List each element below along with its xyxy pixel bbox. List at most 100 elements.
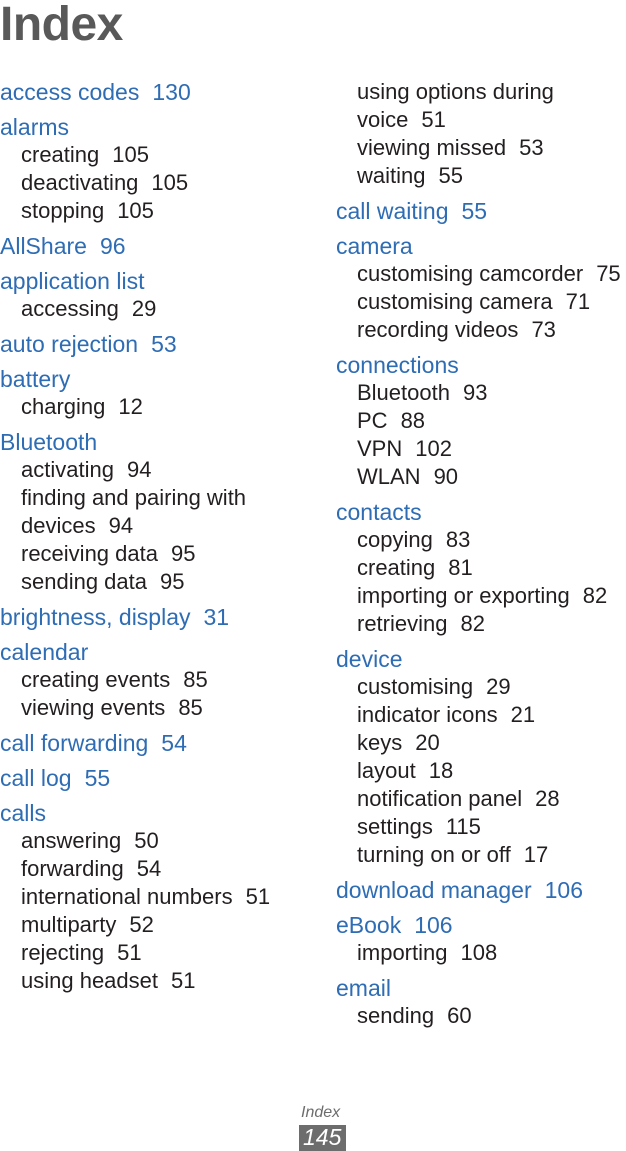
index-subentry[interactable]: turning on or off 17 — [357, 841, 626, 869]
index-entry-label: Bluetooth — [0, 429, 98, 455]
index-entry-label: layout — [357, 758, 416, 783]
index-entry-label: eBook — [336, 912, 402, 938]
index-page-number: 29 — [131, 296, 157, 321]
index-subentry[interactable]: layout 18 — [357, 757, 626, 785]
index-page-number: 102 — [415, 436, 452, 461]
index-entry-label: battery — [0, 366, 71, 392]
index-entry-label: download manager — [336, 877, 532, 903]
index-entry[interactable]: Bluetooth — [0, 428, 300, 456]
index-entry-label: charging — [21, 394, 106, 419]
index-subentry[interactable]: finding and pairing with — [21, 484, 300, 512]
index-subentry[interactable]: Bluetooth 93 — [357, 379, 626, 407]
index-subentry[interactable]: charging 12 — [21, 393, 300, 421]
index-entry[interactable]: AllShare 96 — [0, 232, 300, 260]
index-page-number: 90 — [433, 464, 459, 489]
index-entry[interactable]: alarms — [0, 113, 300, 141]
index-entry-label: turning on or off — [357, 842, 511, 867]
index-subentry[interactable]: international numbers 51 — [21, 883, 300, 911]
index-entry-label: importing — [357, 940, 448, 965]
index-page-number: 73 — [531, 317, 556, 342]
index-page-number: 18 — [428, 758, 454, 783]
index-subentry[interactable]: settings 115 — [357, 813, 626, 841]
index-entry[interactable]: call forwarding 54 — [0, 729, 300, 757]
index-subentry[interactable]: deactivating 105 — [21, 169, 300, 197]
index-subentry[interactable]: sending 60 — [357, 1002, 626, 1030]
index-entry-label: answering — [21, 828, 122, 853]
index-subentry[interactable]: customising 29 — [357, 673, 626, 701]
index-page-number: 130 — [152, 79, 191, 105]
index-subentry[interactable]: multiparty 52 — [21, 911, 300, 939]
index-subentry[interactable]: rejecting 51 — [21, 939, 300, 967]
index-entry[interactable]: call log 55 — [0, 764, 300, 792]
index-entry[interactable]: auto rejection 53 — [0, 330, 300, 358]
index-entry[interactable]: calls — [0, 799, 300, 827]
index-entry[interactable]: brightness, display 31 — [0, 603, 300, 631]
index-subentry[interactable]: answering 50 — [21, 827, 300, 855]
index-subentry[interactable]: waiting 55 — [357, 162, 626, 190]
index-subentry[interactable]: creating events 85 — [21, 666, 300, 694]
index-subentry[interactable]: importing or exporting 82 — [357, 582, 626, 610]
index-page-number: 29 — [486, 674, 511, 699]
index-subentry[interactable]: customising camcorder 75 — [357, 260, 626, 288]
index-subentry[interactable]: stopping 105 — [21, 197, 300, 225]
index-subentry[interactable]: customising camera 71 — [357, 288, 626, 316]
index-page-number: 93 — [462, 380, 488, 405]
index-subentry[interactable]: WLAN 90 — [357, 463, 626, 491]
index-entry-label: camera — [336, 233, 413, 259]
index-subentry[interactable]: retrieving 82 — [357, 610, 626, 638]
left-column: access codes 130 alarms creating 105 deactiva… — [0, 78, 300, 995]
index-page-number: 88 — [400, 408, 426, 433]
index-entry-label: rejecting — [21, 940, 105, 965]
index-page-number: 71 — [565, 289, 591, 314]
index-page-number: 81 — [448, 555, 473, 580]
index-subentry[interactable]: viewing missed 53 — [357, 134, 626, 162]
index-entry[interactable]: camera — [336, 232, 626, 260]
index-subentry[interactable]: using headset 51 — [21, 967, 300, 995]
index-subentry[interactable]: PC 88 — [357, 407, 626, 435]
index-entry[interactable]: email — [336, 974, 626, 1002]
index-entry[interactable]: device — [336, 645, 626, 673]
index-subentry[interactable]: using options during — [357, 78, 626, 106]
index-subentry[interactable]: creating 81 — [357, 554, 626, 582]
index-page-number: 55 — [438, 163, 463, 188]
index-entry[interactable]: application list — [0, 267, 300, 295]
index-entry[interactable]: calendar — [0, 638, 300, 666]
index-entry[interactable]: eBook 106 — [336, 911, 626, 939]
index-entry[interactable]: download manager 106 — [336, 876, 626, 904]
index-entry[interactable]: battery — [0, 365, 300, 393]
index-subentry[interactable]: forwarding 54 — [21, 855, 300, 883]
index-subentry[interactable]: VPN 102 — [357, 435, 626, 463]
index-subentry[interactable]: copying 83 — [357, 526, 626, 554]
index-entry[interactable]: access codes 130 — [0, 78, 300, 106]
index-entry-label: stopping — [21, 198, 105, 223]
index-entry[interactable]: connections — [336, 351, 626, 379]
index-subentry[interactable]: creating 105 — [21, 141, 300, 169]
index-page-number: 53 — [151, 331, 177, 357]
index-subentry[interactable]: sending data 95 — [21, 568, 300, 596]
index-page-number: 94 — [126, 457, 152, 482]
index-page-number: 85 — [183, 667, 208, 692]
index-entry-label: waiting — [357, 163, 426, 188]
index-subentry[interactable]: receiving data 95 — [21, 540, 300, 568]
index-entry-label: AllShare — [0, 233, 87, 259]
index-subentry[interactable]: activating 94 — [21, 456, 300, 484]
right-column: using options during voice 51 viewing misse… — [336, 78, 626, 1030]
index-subentry[interactable]: devices 94 — [21, 512, 300, 540]
index-entry[interactable]: call waiting 55 — [336, 197, 626, 225]
index-entry-label: deactivating — [21, 170, 139, 195]
index-subentry[interactable]: voice 51 — [357, 106, 626, 134]
index-subentry[interactable]: notification panel 28 — [357, 785, 626, 813]
index-entry-label: recording videos — [357, 317, 519, 342]
index-subentry[interactable]: keys 20 — [357, 729, 626, 757]
index-subentry[interactable]: recording videos 73 — [357, 316, 626, 344]
index-subentry[interactable]: importing 108 — [357, 939, 626, 967]
footer-section-label: Index — [301, 1104, 341, 1121]
index-entry[interactable]: contacts — [336, 498, 626, 526]
index-subentry[interactable]: indicator icons 21 — [357, 701, 626, 729]
index-entry-label: importing or exporting — [357, 583, 570, 608]
index-entry-label: WLAN — [357, 464, 421, 489]
index-entry-label: connections — [336, 352, 459, 378]
index-subentry[interactable]: accessing 29 — [21, 295, 300, 323]
index-entry-label: call log — [0, 765, 72, 791]
index-subentry[interactable]: viewing events 85 — [21, 694, 300, 722]
